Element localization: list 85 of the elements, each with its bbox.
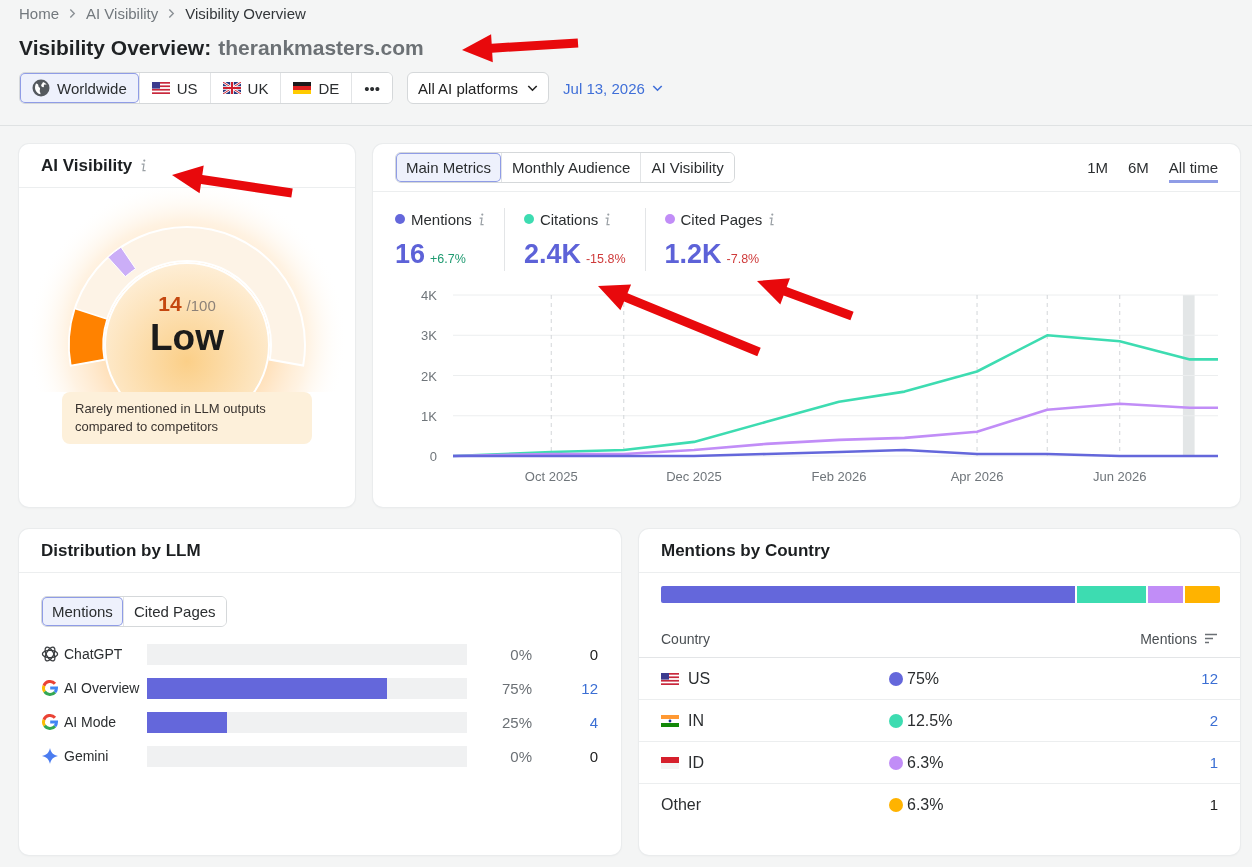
region-tab[interactable]: ••• bbox=[351, 73, 393, 103]
domain-name: therankmasters.com bbox=[218, 35, 424, 61]
share-value: 25% bbox=[500, 713, 532, 731]
chevron-right-icon bbox=[168, 7, 176, 19]
country-name: IN bbox=[688, 711, 704, 730]
mentions-count-link[interactable]: 4 bbox=[589, 713, 598, 731]
breadcrumb-link[interactable]: Home bbox=[19, 4, 59, 22]
metric-label: Cited Pages bbox=[680, 210, 763, 228]
info-icon bbox=[477, 212, 485, 226]
card-title: AI Visibility bbox=[41, 155, 133, 176]
flag-icon bbox=[151, 82, 170, 94]
info-icon bbox=[604, 212, 612, 226]
card-title: Mentions by Country bbox=[661, 540, 831, 561]
breadcrumb-link[interactable]: AI Visibility bbox=[86, 4, 159, 22]
region-tab[interactable]: Worldwide bbox=[20, 73, 139, 103]
metric-change: -15.8% bbox=[585, 252, 626, 266]
info-icon bbox=[768, 212, 776, 226]
range-tab[interactable]: All time bbox=[1168, 152, 1218, 183]
country-name: ID bbox=[688, 753, 704, 772]
metric-change: -7.8% bbox=[726, 252, 760, 266]
sparkle-icon bbox=[41, 747, 59, 765]
axis-label: Jun 2026 bbox=[1093, 469, 1147, 484]
page-title: Visibility Overview: bbox=[19, 35, 212, 61]
metric-value: 2.4K bbox=[523, 238, 581, 270]
google-g-icon bbox=[41, 679, 59, 697]
chevron-down-icon bbox=[651, 84, 663, 92]
info-icon bbox=[140, 159, 148, 172]
axis-label: Oct 2025 bbox=[524, 469, 578, 484]
mentions-count-link[interactable]: 12 bbox=[581, 679, 598, 697]
sort-icon bbox=[1204, 633, 1218, 644]
mentions-count: 0 bbox=[589, 747, 598, 765]
metric-tab[interactable]: Mentions bbox=[42, 597, 123, 626]
mentions-count-link[interactable]: 1 bbox=[1209, 754, 1218, 771]
country-name: US bbox=[688, 669, 711, 688]
llm-name: ChatGPT bbox=[64, 646, 123, 662]
chevron-right-icon bbox=[69, 7, 76, 19]
llm-name: AI Mode bbox=[64, 714, 117, 730]
metric-label: Citations bbox=[539, 210, 599, 228]
llm-name: Gemini bbox=[64, 748, 109, 764]
sort-column-header[interactable]: Mentions bbox=[1140, 630, 1218, 647]
range-tab[interactable]: 1M bbox=[1087, 152, 1108, 183]
current-page-label: Visibility Overview bbox=[185, 4, 306, 22]
axis-label: 0 bbox=[429, 449, 437, 464]
mentions-count-link[interactable]: 2 bbox=[1209, 712, 1218, 729]
view-tab[interactable]: AI Visibility bbox=[640, 153, 734, 182]
score-max: /100 bbox=[186, 297, 216, 314]
card-title: Distribution by LLM bbox=[41, 540, 201, 561]
axis-label: Apr 2026 bbox=[950, 469, 1004, 484]
share-value: 6.3% bbox=[907, 795, 944, 814]
share-value: 75% bbox=[907, 669, 940, 688]
date-picker-link[interactable]: Jul 13, 2026 bbox=[555, 75, 671, 101]
share-value: 0% bbox=[509, 747, 532, 765]
flag-icon bbox=[222, 82, 241, 94]
mentions-count-link[interactable]: 12 bbox=[1201, 670, 1218, 687]
column-header: Country bbox=[661, 630, 711, 647]
axis-label: 1K bbox=[421, 408, 437, 424]
range-tab[interactable]: 6M bbox=[1127, 152, 1149, 183]
axis-label: 4K bbox=[421, 288, 437, 303]
metric-value: 1.2K bbox=[664, 238, 722, 270]
rating-label: Low bbox=[150, 318, 224, 358]
metric-label: Mentions bbox=[411, 210, 472, 228]
rating-description: Rarely mentioned in LLM outputs compared to competitors bbox=[62, 392, 312, 444]
axis-label: 3K bbox=[421, 328, 437, 344]
globe-icon bbox=[32, 79, 50, 97]
metric-tab[interactable]: Cited Pages bbox=[122, 597, 226, 626]
knot-icon bbox=[41, 645, 59, 663]
axis-label: Feb 2026 bbox=[811, 469, 867, 484]
axis-label: Dec 2025 bbox=[666, 469, 722, 484]
metric-value: 16 bbox=[395, 238, 426, 270]
metric-change: +6.7% bbox=[430, 252, 466, 266]
mentions-count: 1 bbox=[1209, 796, 1218, 813]
score-value: 14 bbox=[158, 292, 182, 316]
country-name: Other bbox=[661, 795, 701, 814]
share-value: 12.5% bbox=[907, 711, 953, 730]
axis-label: 2K bbox=[421, 368, 437, 384]
share-value: 6.3% bbox=[907, 753, 944, 772]
share-value: 0% bbox=[509, 645, 532, 663]
platform-dropdown[interactable]: All AI platforms bbox=[407, 72, 550, 104]
view-tab[interactable]: Main Metrics bbox=[396, 153, 501, 182]
llm-name: AI Overview bbox=[64, 680, 140, 696]
chevron-down-icon bbox=[527, 84, 539, 92]
flag-icon bbox=[293, 82, 312, 94]
share-value: 75% bbox=[500, 679, 532, 697]
mentions-count: 0 bbox=[589, 645, 598, 663]
google-g-icon bbox=[41, 713, 59, 731]
